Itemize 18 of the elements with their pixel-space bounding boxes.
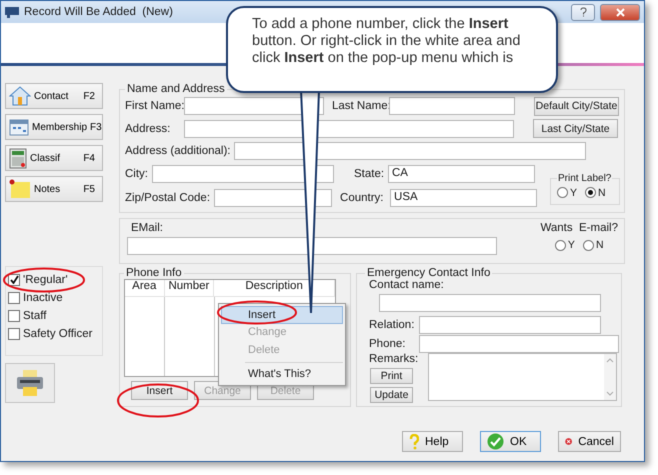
group-title: Phone Info [125, 267, 183, 279]
group-title: Print Label? [557, 173, 612, 184]
field-label: City: [125, 168, 148, 180]
field-label: Zip/Postal Code: [125, 192, 210, 204]
field-label: State: [354, 168, 384, 180]
group-title: Name and Address [126, 83, 226, 95]
field-label: Country: [340, 192, 384, 204]
field-label: Wants E-mail? [540, 222, 618, 234]
field-label: EMail: [130, 222, 164, 234]
field-label: Address: [125, 122, 172, 135]
window-title: Record Will Be Added (New) [24, 6, 174, 18]
group-title: Emergency Contact Info [366, 267, 492, 279]
field-label: Relation: [369, 319, 413, 331]
callout-text: To add a phone number, click the Insert button. Or right-click in the white area and click Insert on the pop-up menu which is [226, 6, 558, 93]
field-label: Phone: [369, 338, 406, 350]
field-label: Remarks: [369, 353, 420, 365]
field-label: Contact name: [369, 279, 445, 291]
field-label: Address (additional): [125, 145, 230, 158]
